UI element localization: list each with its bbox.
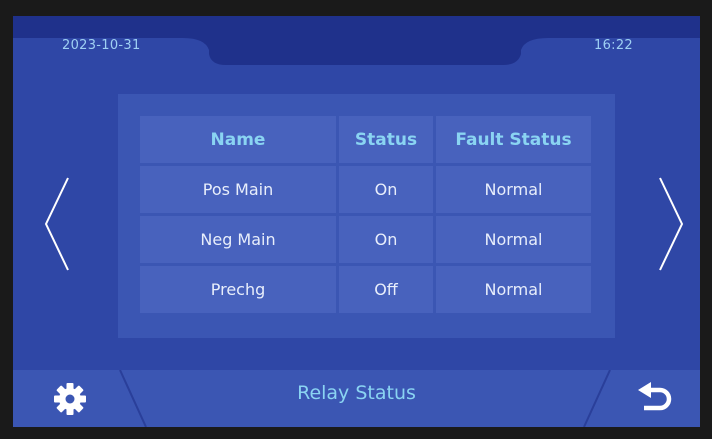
chevron-left-icon[interactable]: [42, 174, 72, 274]
relay-name-cell: Pos Main: [140, 166, 336, 213]
relay-status-cell: On: [339, 166, 433, 213]
table-row: Pos Main On Normal: [140, 166, 591, 213]
relay-fault-cell: Normal: [436, 166, 591, 213]
relay-status-cell: Off: [339, 266, 433, 313]
time-display: 16:22: [594, 38, 633, 53]
chevron-right-icon[interactable]: [656, 174, 686, 274]
table-header-row: Name Status Fault Status: [140, 116, 591, 163]
back-arrow-icon[interactable]: [636, 382, 674, 416]
relay-fault-cell: Normal: [436, 216, 591, 263]
date-display: 2023-10-31: [62, 38, 141, 53]
column-header-fault-status: Fault Status: [436, 116, 591, 163]
column-header-status: Status: [339, 116, 433, 163]
relay-name-cell: Prechg: [140, 266, 336, 313]
relay-fault-cell: Normal: [436, 266, 591, 313]
hmi-screen: 2023-10-31 16:22 Name Status Fault Statu…: [13, 16, 700, 427]
settings-gear-icon[interactable]: [53, 382, 87, 416]
relay-name-cell: Neg Main: [140, 216, 336, 263]
page-title: Relay Status: [297, 382, 416, 404]
relay-status-cell: On: [339, 216, 433, 263]
table-row: Neg Main On Normal: [140, 216, 591, 263]
relay-table: Name Status Fault Status Pos Main On Nor…: [137, 113, 594, 316]
relay-panel: Name Status Fault Status Pos Main On Nor…: [118, 94, 615, 338]
table-row: Prechg Off Normal: [140, 266, 591, 313]
column-header-name: Name: [140, 116, 336, 163]
